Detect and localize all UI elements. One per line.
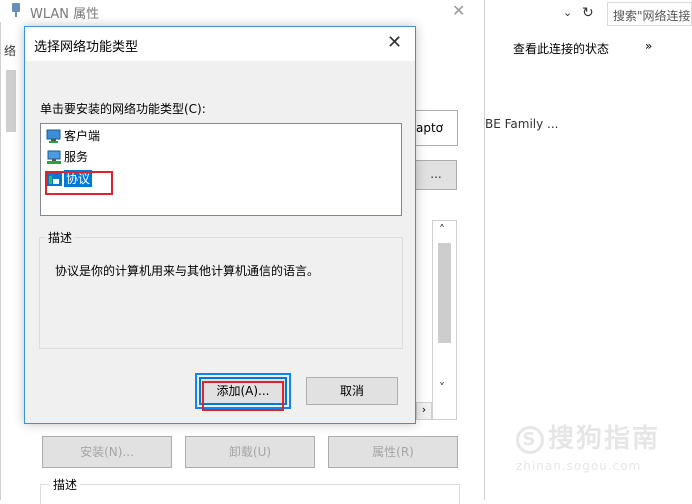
description-legend: 描述	[50, 476, 81, 493]
scroll-right-icon[interactable]: ›	[416, 402, 432, 420]
configure-button[interactable]: ...	[416, 160, 457, 190]
close-icon[interactable]: ✕	[387, 32, 402, 53]
watermark-brand: 搜狗指南	[548, 424, 661, 454]
feature-type-list[interactable]: 客户端 服务 协议	[40, 123, 402, 216]
description-legend: 描述	[45, 229, 76, 246]
list-item-label: 客户端	[64, 129, 101, 143]
dialog-titlebar[interactable]: 选择网络功能类型 ✕	[25, 27, 415, 61]
wlan-properties-title: WLAN 属性	[30, 7, 100, 22]
sogou-logo-icon: S	[516, 425, 544, 454]
highlight-protocol-box	[45, 171, 113, 195]
chevron-down-icon[interactable]: ⌄	[563, 6, 572, 19]
dialog-title: 选择网络功能类型	[34, 40, 139, 55]
list-item-client[interactable]: 客户端	[46, 127, 100, 144]
more-commands-icon[interactable]: »	[645, 39, 652, 53]
side-scroll-thumb[interactable]	[6, 70, 16, 132]
select-network-feature-dialog: 选择网络功能类型 ✕ 单击要安装的网络功能类型(C): 客户端 服务 协议 描述…	[24, 26, 416, 424]
scroll-down-icon[interactable]: ˅	[439, 381, 445, 395]
feature-type-prompt: 单击要安装的网络功能类型(C):	[40, 102, 206, 116]
network-adapter-icon	[12, 3, 20, 17]
scroll-up-icon[interactable]: ˄	[439, 223, 445, 237]
description-groupbox	[40, 484, 460, 504]
adapter-name-fragment: aptơ	[416, 121, 444, 135]
install-button[interactable]: 安装(N)...	[42, 436, 172, 468]
adapter-field: aptơ	[416, 110, 458, 146]
watermark-domain: zhinan.sogou.com	[516, 459, 642, 473]
refresh-icon[interactable]: ↻	[582, 5, 594, 21]
list-item-label: 服务	[64, 150, 89, 164]
wlan-properties-titlebar[interactable]: WLAN 属性 ✕	[0, 0, 484, 22]
uninstall-button[interactable]: 卸载(U)	[185, 436, 315, 468]
highlight-add-red-box	[202, 381, 284, 411]
list-item-service[interactable]: 服务	[46, 148, 88, 165]
description-text: 协议是你的计算机用来与其他计算机通信的语言。	[55, 264, 320, 278]
window-left-edge	[0, 0, 1, 500]
explorer-command-bar: 查看此连接的状态 »	[485, 30, 692, 66]
cancel-button[interactable]: 取消	[306, 377, 398, 405]
scroll-thumb[interactable]	[438, 243, 451, 343]
connection-item-text[interactable]: BE Family ...	[485, 117, 559, 131]
search-input[interactable]: 搜索"网络连接"	[607, 2, 692, 26]
client-icon	[46, 129, 61, 143]
close-icon[interactable]: ✕	[452, 1, 465, 20]
service-icon	[47, 150, 61, 164]
properties-button[interactable]: 属性(R)	[328, 436, 458, 468]
components-scrollbar[interactable]: ˄ ˅	[432, 220, 457, 420]
watermark: S 搜狗指南 zhinan.sogou.com	[516, 418, 660, 473]
description-groupbox	[39, 237, 403, 349]
view-status-link[interactable]: 查看此连接的状态	[513, 40, 609, 57]
side-text: 络	[4, 44, 17, 58]
window-right-edge	[484, 0, 485, 500]
